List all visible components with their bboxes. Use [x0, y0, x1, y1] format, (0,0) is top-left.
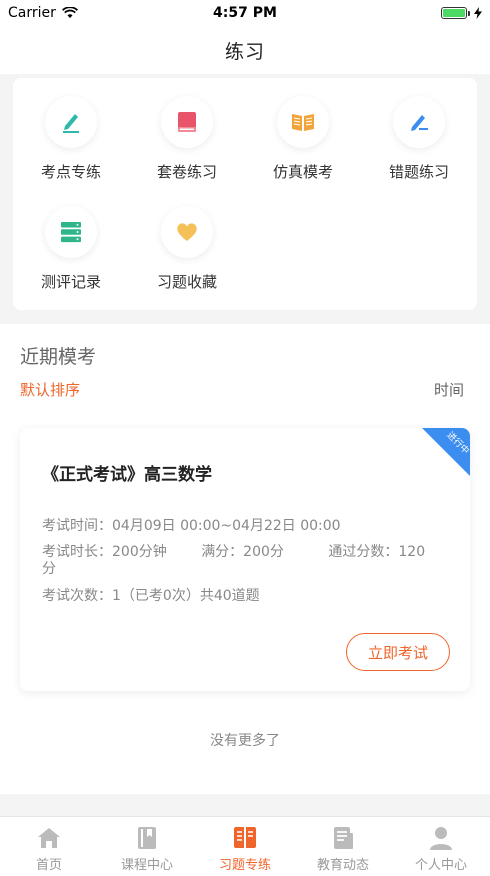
exam-card[interactable]: 进行中 《正式考试》高三数学 考试时间：04月09日 00:00~04月22日 … [20, 428, 470, 691]
nav-bar: 练习 [0, 26, 490, 74]
tab-label: 教育动态 [316, 858, 369, 873]
exam-full-score: 满分：200分 [201, 544, 284, 560]
home-icon [36, 825, 62, 851]
battery-fill [443, 9, 465, 17]
status-left: Carrier [8, 5, 78, 21]
tab-label: 首页 [35, 858, 62, 873]
server-icon [45, 206, 97, 258]
status-bar: Carrier 4:57 PM [0, 0, 490, 26]
exam-meta: 考试时长：200分钟 满分：200分 通过分数：120 [42, 541, 452, 561]
exam-time-label: 考试时间： [42, 518, 112, 534]
page-title: 练习 [224, 40, 265, 63]
grid-item-taojuan[interactable]: 套卷练习 [132, 96, 242, 196]
recent-exams-section: 近期模考 默认排序 时间 进行中 《正式考试》高三数学 考试时间：04月09日 … [0, 324, 490, 794]
grid-item-shoucang[interactable]: 习题收藏 [132, 206, 242, 306]
exam-time: 考试时间：04月09日 00:00~04月22日 00:00 [42, 515, 369, 535]
exercise-icon [232, 825, 258, 851]
grid-item-kaodian[interactable]: 考点专练 [16, 96, 126, 196]
grid-label: 错题练习 [388, 163, 449, 181]
practice-grid: 考点专练 套卷练习 仿真模考 错题练习 测评记录 习题收藏 [13, 78, 477, 310]
tab-label: 习题专练 [218, 858, 271, 873]
grid-label: 测评记录 [40, 273, 101, 291]
tab-label: 个人中心 [414, 858, 467, 873]
heart-icon [161, 206, 213, 258]
tab-news[interactable]: 教育动态 [294, 817, 392, 876]
grid-item-cuoti[interactable]: 错题练习 [364, 96, 474, 196]
grid-item-fangzhen[interactable]: 仿真模考 [248, 96, 358, 196]
edit-icon [393, 96, 445, 148]
grid-label: 习题收藏 [156, 273, 217, 291]
sort-time-button[interactable]: 时间 [434, 379, 464, 400]
tab-exercise[interactable]: 习题专练 [196, 817, 294, 876]
exam-title: 《正式考试》高三数学 [42, 465, 212, 485]
tab-profile[interactable]: 个人中心 [392, 817, 490, 876]
charging-bolt-icon [474, 7, 482, 19]
battery-icon [441, 7, 470, 19]
grid-label: 仿真模考 [272, 163, 333, 181]
course-icon [134, 825, 160, 851]
exam-duration: 考试时长：200分钟 [42, 544, 167, 560]
tab-label: 课程中心 [120, 858, 173, 873]
tab-bar: 首页 课程中心 习题专练 教育动态 个人中心 [0, 816, 490, 876]
user-icon [428, 825, 454, 851]
book-icon [161, 96, 213, 148]
section-title: 近期模考 [20, 346, 97, 368]
open-book-icon [277, 96, 329, 148]
exam-pass-score: 通过分数：120 [328, 544, 426, 560]
grid-label: 考点专练 [40, 163, 101, 181]
news-icon [330, 825, 356, 851]
pen-icon [45, 96, 97, 148]
start-exam-button[interactable]: 立即考试 [346, 633, 450, 671]
exam-pass-score-unit: 分 [42, 561, 56, 577]
grid-item-ceping[interactable]: 测评记录 [16, 206, 126, 306]
exam-attempts: 考试次数：1（已考0次）共40道题 [42, 588, 260, 604]
no-more-text: 没有更多了 [210, 733, 280, 749]
exam-time-value: 04月09日 00:00~04月22日 00:00 [112, 518, 341, 534]
tab-home[interactable]: 首页 [0, 817, 98, 876]
grid-label: 套卷练习 [156, 163, 217, 181]
status-right [441, 7, 482, 19]
wifi-icon [61, 7, 78, 18]
tab-course[interactable]: 课程中心 [98, 817, 196, 876]
sort-default-button[interactable]: 默认排序 [20, 379, 80, 400]
carrier-label: Carrier [8, 5, 56, 21]
